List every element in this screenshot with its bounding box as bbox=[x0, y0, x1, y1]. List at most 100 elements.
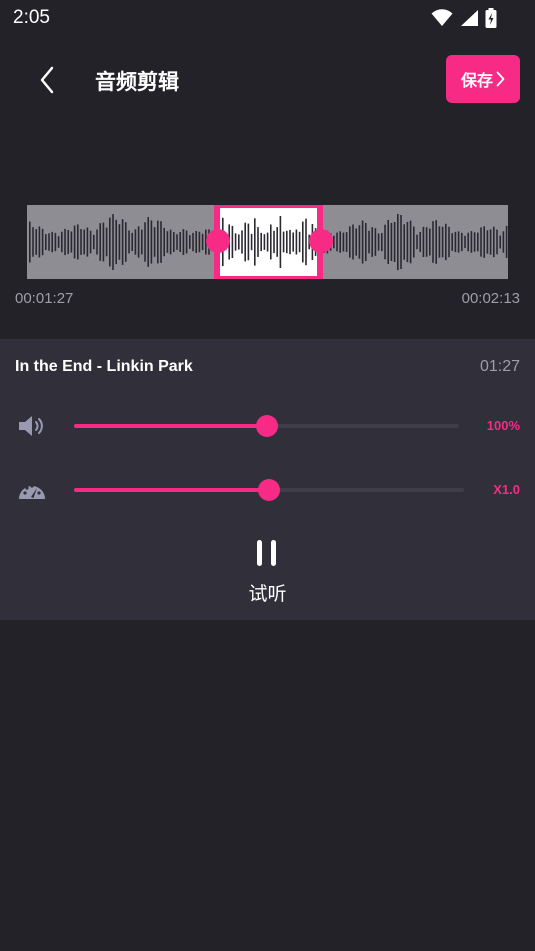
waveform-bar bbox=[273, 230, 275, 254]
waveform-bar bbox=[41, 228, 44, 256]
waveform-bar bbox=[153, 227, 156, 257]
waveform-bar bbox=[355, 228, 357, 256]
waveform-bar bbox=[480, 227, 482, 257]
waveform-bar bbox=[416, 234, 418, 250]
waveform-bar bbox=[169, 229, 172, 255]
waveform-bar bbox=[64, 228, 66, 256]
back-chevron-icon bbox=[40, 66, 54, 94]
waveform-bar bbox=[451, 233, 453, 251]
waveform-bar bbox=[57, 236, 60, 248]
speed-value: X1.0 bbox=[493, 482, 520, 497]
waveform-bar bbox=[467, 232, 469, 252]
waveform-bar bbox=[406, 221, 409, 263]
waveform-bar bbox=[397, 214, 399, 271]
waveform-bar bbox=[141, 229, 143, 255]
waveform-bar bbox=[374, 228, 377, 256]
waveform-bar bbox=[115, 219, 117, 265]
selection-range[interactable] bbox=[217, 205, 320, 279]
waveform-bar bbox=[134, 229, 137, 255]
waveform-bar bbox=[29, 221, 31, 263]
speaker-icon bbox=[19, 416, 43, 436]
volume-slider[interactable] bbox=[74, 415, 459, 437]
waveform-bar bbox=[292, 232, 294, 252]
waveform-bar bbox=[173, 232, 175, 252]
wifi-icon bbox=[431, 9, 453, 26]
waveform-bar bbox=[435, 220, 437, 264]
waveform-bar bbox=[121, 219, 124, 265]
waveform-bar bbox=[247, 223, 250, 261]
battery-icon bbox=[485, 8, 497, 28]
waveform-bar bbox=[477, 232, 479, 252]
waveform-bar bbox=[238, 234, 240, 250]
waveform-bar bbox=[86, 227, 89, 257]
save-button[interactable]: 保存 bbox=[446, 55, 520, 103]
waveform-bar bbox=[73, 225, 76, 259]
waveform-bar bbox=[102, 222, 105, 262]
waveform-bar bbox=[131, 232, 133, 251]
waveform-bar bbox=[302, 221, 304, 263]
waveform-bar bbox=[409, 220, 412, 264]
waveform-bar bbox=[250, 233, 253, 251]
waveform-bar bbox=[32, 227, 34, 257]
back-button[interactable] bbox=[30, 60, 64, 100]
waveform-bar bbox=[384, 224, 386, 260]
waveform-bar bbox=[257, 227, 259, 257]
waveform-bar bbox=[160, 221, 162, 263]
volume-slider-thumb[interactable] bbox=[255, 415, 278, 437]
waveform-bar bbox=[125, 222, 127, 262]
waveform-bar bbox=[381, 233, 383, 252]
top-bar: 音频剪辑 保存 bbox=[0, 50, 535, 110]
waveform-bar bbox=[254, 218, 256, 266]
waveform-bar bbox=[298, 231, 301, 253]
waveform-bar bbox=[489, 229, 492, 255]
waveform-bar bbox=[48, 233, 50, 251]
waveform-bar bbox=[176, 234, 178, 250]
start-handle[interactable] bbox=[206, 229, 230, 253]
waveform-bar bbox=[105, 227, 108, 257]
waveform-bar bbox=[432, 221, 434, 263]
waveform-bar bbox=[333, 235, 335, 249]
waveform-bar bbox=[234, 233, 237, 251]
waveform-bar bbox=[295, 229, 298, 255]
waveform-bar bbox=[109, 217, 111, 267]
waveform-bar bbox=[192, 232, 194, 252]
status-bar: 2:05 bbox=[0, 0, 535, 38]
waveform-bar bbox=[461, 232, 463, 252]
waveform-bar bbox=[286, 230, 288, 254]
waveform-bar bbox=[403, 224, 405, 260]
speed-slider-thumb[interactable] bbox=[258, 479, 280, 501]
waveform-bar bbox=[166, 231, 169, 253]
waveform-bar bbox=[137, 226, 140, 258]
waveform-bar bbox=[157, 220, 159, 264]
waveform-bar bbox=[189, 235, 191, 249]
waveform-bar bbox=[99, 223, 101, 261]
pause-button[interactable] bbox=[247, 537, 287, 573]
pause-icon bbox=[257, 540, 276, 566]
speed-slider[interactable] bbox=[74, 479, 464, 501]
waveform-bar bbox=[345, 232, 348, 252]
end-handle[interactable] bbox=[309, 229, 333, 253]
waveform-bar bbox=[365, 223, 367, 261]
page-title: 音频剪辑 bbox=[95, 70, 179, 94]
save-button-label: 保存 bbox=[460, 71, 493, 90]
waveform-bar bbox=[118, 224, 121, 260]
waveform-bar bbox=[54, 232, 57, 252]
waveform-bar bbox=[352, 224, 354, 260]
waveform-bar bbox=[77, 224, 79, 260]
waveform-bar bbox=[483, 226, 485, 258]
waveform-bar bbox=[502, 231, 505, 253]
signal-icon bbox=[461, 10, 478, 26]
volume-value: 100% bbox=[486, 418, 520, 433]
waveform-bar bbox=[61, 231, 63, 253]
control-panel: In the End - Linkin Park 01:27 100% X1.0… bbox=[0, 339, 535, 620]
selection-waveform-graphic bbox=[222, 216, 317, 268]
waveform-bar bbox=[179, 232, 181, 252]
waveform-bar bbox=[496, 229, 498, 255]
waveform-bar bbox=[244, 222, 246, 262]
waveform-bar bbox=[493, 226, 495, 258]
waveform-bar bbox=[67, 230, 69, 254]
waveform-bar bbox=[83, 229, 85, 255]
waveform-bar bbox=[445, 223, 447, 261]
waveform-bar bbox=[464, 235, 466, 249]
waveform-bar bbox=[185, 230, 188, 254]
